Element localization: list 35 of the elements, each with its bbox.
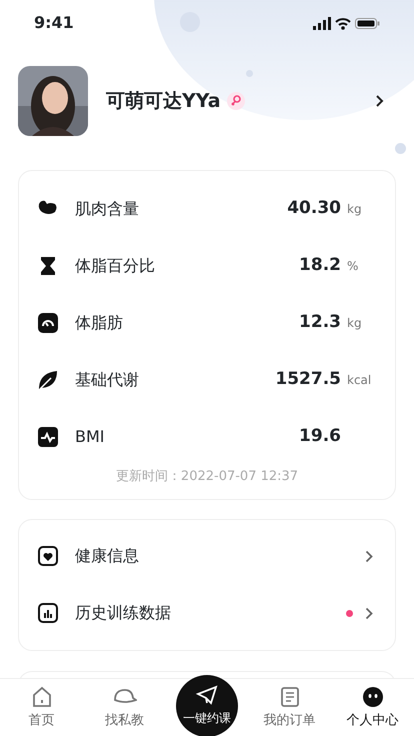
metric-value: 12.3 bbox=[299, 310, 341, 334]
tab[interactable]: 个人中心 bbox=[331, 679, 414, 736]
metric-value: 40.30 bbox=[287, 196, 341, 220]
gauge-icon bbox=[37, 312, 59, 334]
pulse-icon bbox=[37, 426, 59, 448]
signal-icon bbox=[313, 16, 331, 30]
wifi-icon bbox=[335, 16, 351, 30]
tab[interactable]: 首页 bbox=[0, 679, 83, 736]
metric-label: 基础代谢 bbox=[75, 368, 139, 390]
metric-label: 体脂百分比 bbox=[75, 254, 155, 276]
chevron-right-icon[interactable] bbox=[375, 94, 384, 108]
paper-plane-icon bbox=[195, 683, 219, 707]
metric-value: 1527.5 bbox=[275, 368, 341, 391]
unit-label: kcal bbox=[347, 372, 372, 386]
chart-icon bbox=[37, 602, 59, 624]
face-icon bbox=[360, 685, 384, 709]
menu-item[interactable]: 历史训练数据 bbox=[75, 601, 171, 625]
metric-value: 18.2 bbox=[299, 254, 341, 277]
metric-label: BMI bbox=[75, 426, 104, 448]
leaf-icon bbox=[37, 368, 59, 390]
status-time: 9:41 bbox=[34, 12, 74, 34]
background-circle bbox=[395, 143, 406, 154]
tab[interactable]: 找私教 bbox=[83, 679, 166, 736]
update-time: 更新时间：2022-07-07 12:37 bbox=[114, 468, 300, 486]
metric-label: 体脂肪 bbox=[75, 312, 123, 334]
tab[interactable]: 一键约课 bbox=[176, 675, 238, 736]
metric-value: 19.6 bbox=[299, 424, 341, 448]
user-name: 可萌可达YYa bbox=[106, 88, 221, 114]
unit-label: kg bbox=[347, 316, 362, 330]
metric-label: 肌肉含量 bbox=[75, 198, 139, 220]
tab[interactable]: 我的订单 bbox=[248, 679, 331, 736]
battery-icon bbox=[355, 18, 380, 28]
unit-label: kg bbox=[347, 202, 362, 216]
menu-item[interactable]: 健康信息 bbox=[75, 544, 139, 568]
unit-label: % bbox=[347, 258, 358, 272]
